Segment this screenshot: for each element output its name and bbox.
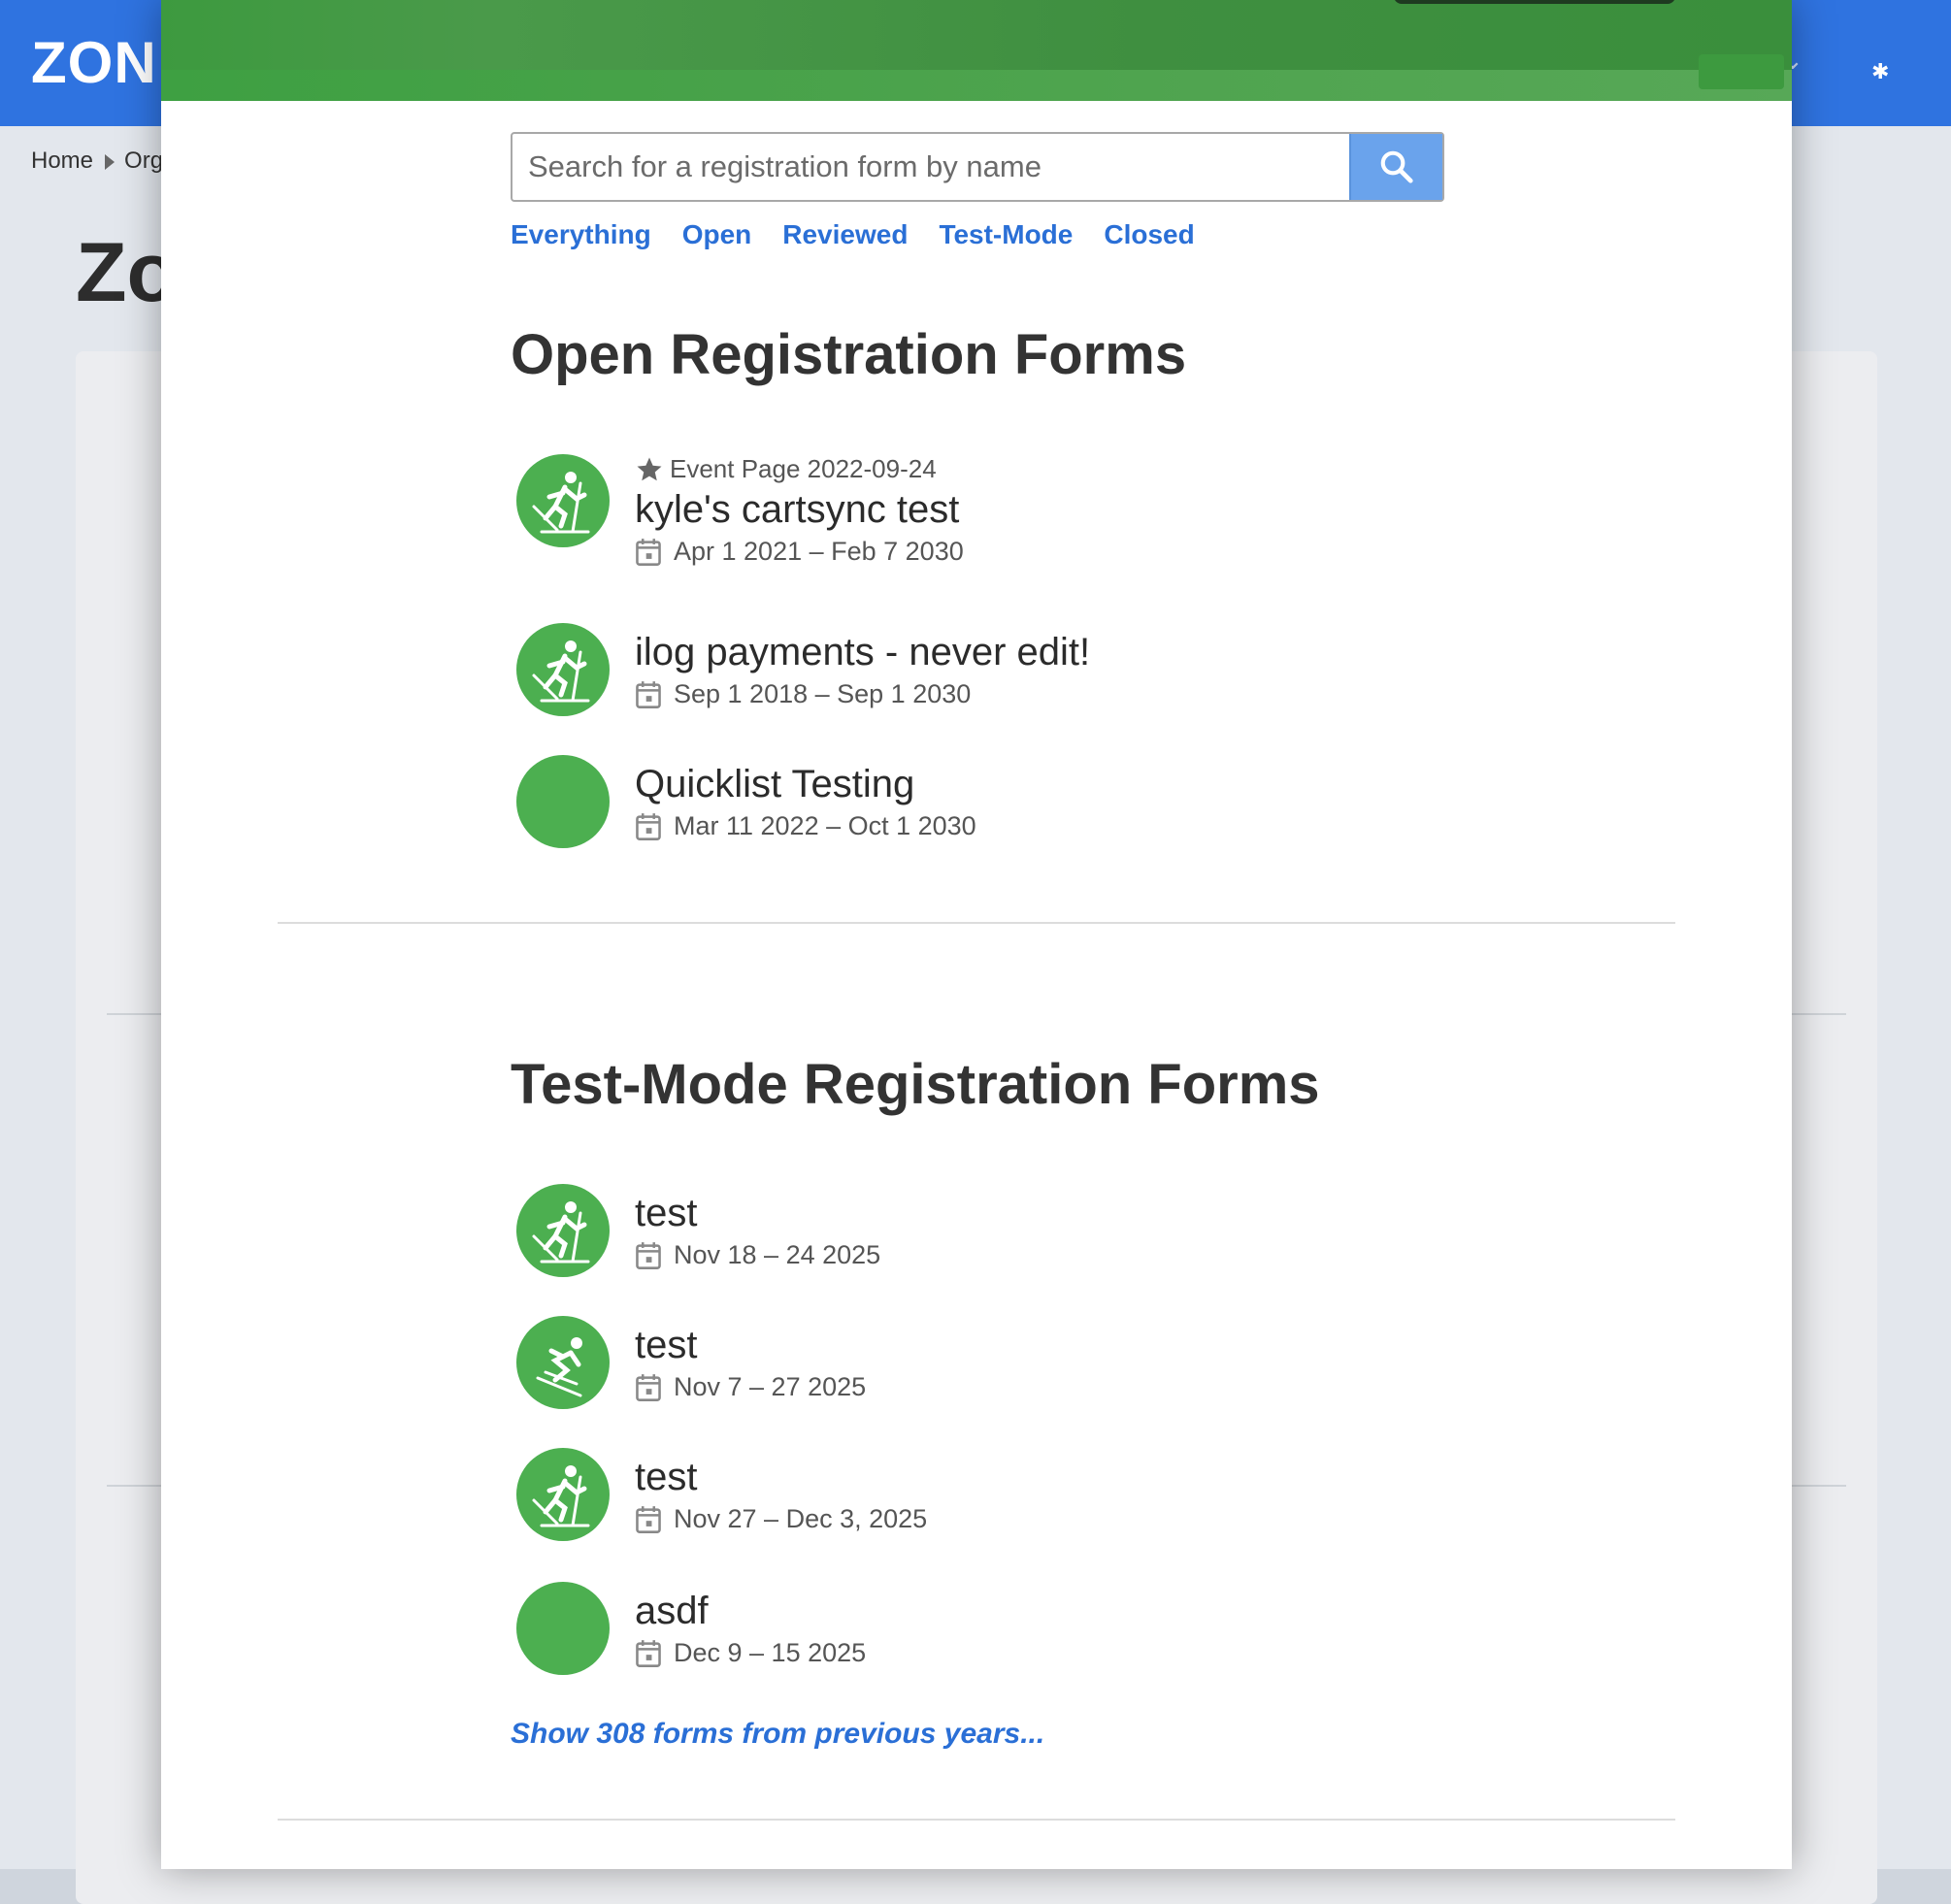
modal-header: [161, 0, 1792, 101]
site-logo: ZON: [31, 30, 157, 95]
date-range: Nov 27 – Dec 3, 2025: [674, 1504, 928, 1533]
filter-open[interactable]: Open: [682, 219, 752, 250]
asterisk-icon: ✱: [1871, 60, 1890, 84]
calendar-icon: [636, 538, 661, 566]
filter-tabs: Everything Open Reviewed Test-Mode Close…: [511, 219, 1195, 250]
test-mode-section-title: Test-Mode Registration Forms: [511, 1053, 1320, 1116]
star-icon: [637, 457, 662, 480]
date-range: Mar 11 2022 – Oct 1 2030: [674, 811, 976, 840]
calendar-icon: [636, 1241, 661, 1269]
cross-country-skier-icon: [516, 623, 610, 716]
search-button[interactable]: [1349, 134, 1442, 200]
cross-country-skier-icon: [516, 454, 610, 547]
caret-right-icon: [105, 153, 116, 170]
item-dates: Dec 9 – 15 2025: [635, 1638, 866, 1668]
event-page-label: Event Page 2022-09-24: [670, 454, 937, 483]
item-title[interactable]: asdf: [635, 1588, 866, 1634]
item-dates: Nov 18 – 24 2025: [635, 1240, 880, 1270]
breadcrumb-home[interactable]: Home: [31, 148, 93, 174]
item-dates: Nov 7 – 27 2025: [635, 1372, 866, 1402]
search-input[interactable]: [513, 134, 1349, 200]
section-divider: [278, 1819, 1675, 1821]
open-section-title: Open Registration Forms: [511, 323, 1187, 386]
item-title[interactable]: test: [635, 1322, 866, 1368]
cross-country-skier-icon: [516, 1448, 610, 1541]
date-range: Nov 18 – 24 2025: [674, 1240, 881, 1269]
breadcrumb-next[interactable]: Org: [124, 148, 163, 174]
section-divider: [278, 922, 1675, 924]
filter-everything[interactable]: Everything: [511, 219, 651, 250]
date-range: Sep 1 2018 – Sep 1 2030: [674, 679, 972, 708]
item-title[interactable]: ilog payments - never edit!: [635, 629, 1090, 675]
calendar-icon: [636, 1639, 661, 1667]
header-button[interactable]: [1699, 54, 1784, 89]
registration-forms-modal: Everything Open Reviewed Test-Mode Close…: [161, 0, 1792, 1869]
item-dates: Apr 1 2021 – Feb 7 2030: [635, 537, 964, 567]
show-previous-years-link[interactable]: Show 308 forms from previous years...: [511, 1718, 1044, 1751]
item-title[interactable]: Quicklist Testing: [635, 761, 976, 807]
item-dates: Sep 1 2018 – Sep 1 2030: [635, 679, 1090, 709]
search-icon: [1380, 150, 1413, 183]
item-title[interactable]: test: [635, 1190, 880, 1236]
header-band: [161, 70, 1792, 101]
date-range: Dec 9 – 15 2025: [674, 1638, 867, 1667]
avatar: [516, 755, 610, 848]
calendar-icon: [636, 812, 661, 840]
date-range: Nov 7 – 27 2025: [674, 1372, 867, 1401]
item-title[interactable]: test: [635, 1454, 927, 1500]
cross-country-skier-icon: [516, 1184, 610, 1277]
item-dates: Mar 11 2022 – Oct 1 2030: [635, 811, 976, 841]
item-dates: Nov 27 – Dec 3, 2025: [635, 1504, 927, 1534]
calendar-icon: [636, 1373, 661, 1401]
item-meta: Event Page 2022-09-24: [635, 454, 964, 484]
date-range: Apr 1 2021 – Feb 7 2030: [674, 537, 964, 566]
header-tab: [1394, 0, 1675, 4]
calendar-icon: [636, 680, 661, 708]
filter-test-mode[interactable]: Test-Mode: [939, 219, 1073, 250]
search-bar: [511, 132, 1444, 202]
filter-closed[interactable]: Closed: [1104, 219, 1194, 250]
calendar-icon: [636, 1505, 661, 1533]
downhill-skier-icon: [516, 1316, 610, 1409]
item-title[interactable]: kyle's cartsync test: [635, 486, 964, 533]
filter-reviewed[interactable]: Reviewed: [782, 219, 908, 250]
breadcrumb: Home Org: [31, 148, 163, 175]
avatar: [516, 1582, 610, 1675]
